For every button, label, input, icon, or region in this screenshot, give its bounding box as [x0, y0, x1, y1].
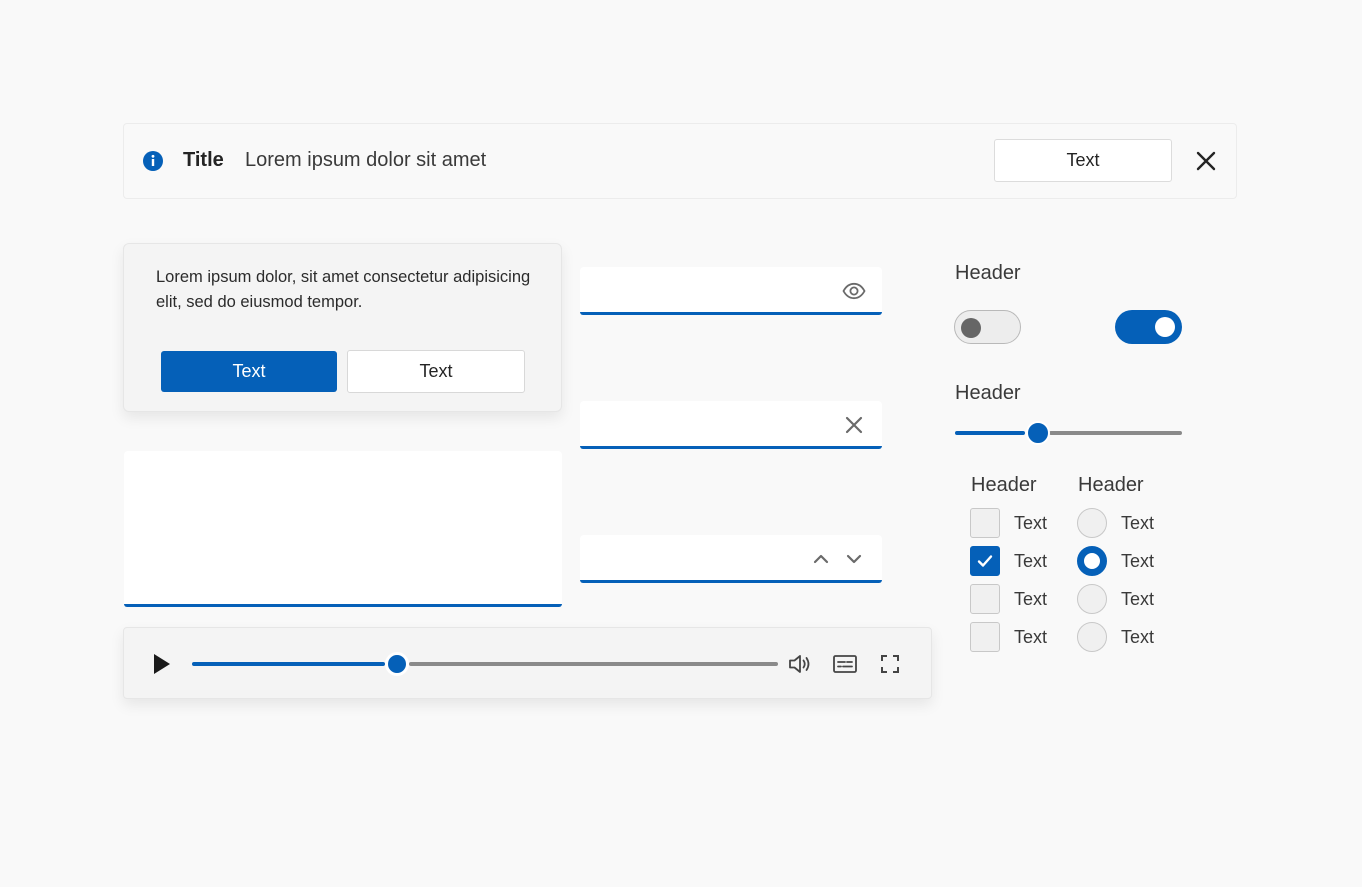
checkbox-label: Text	[1014, 512, 1048, 533]
checkbox-row[interactable]: Text	[970, 584, 1047, 614]
slider-track	[1049, 431, 1182, 435]
radio-label: Text	[1121, 626, 1155, 647]
textarea-field[interactable]	[124, 451, 562, 607]
radio-button[interactable]	[1077, 546, 1107, 576]
password-field	[580, 267, 882, 315]
checkbox-header: Header	[971, 474, 1037, 496]
info-action-button[interactable]: Text	[994, 139, 1172, 182]
info-title: Title	[183, 149, 224, 171]
toggle-off[interactable]	[954, 310, 1021, 344]
chevron-down-icon[interactable]	[842, 547, 866, 571]
eye-icon[interactable]	[842, 279, 866, 303]
radio-label: Text	[1121, 550, 1155, 571]
dialog-primary-button[interactable]: Text	[161, 351, 337, 392]
play-icon[interactable]	[152, 653, 172, 675]
radio-label: Text	[1121, 588, 1155, 609]
checkbox[interactable]	[970, 584, 1000, 614]
slider-header: Header	[955, 382, 1021, 404]
checkbox[interactable]	[970, 508, 1000, 538]
seek-bar[interactable]	[192, 652, 778, 676]
number-field	[580, 535, 882, 583]
toggle-header: Header	[955, 262, 1021, 284]
radio-row[interactable]: Text	[1077, 584, 1154, 614]
password-input[interactable]	[592, 275, 822, 305]
checkbox-label: Text	[1014, 588, 1048, 609]
slider-fill	[955, 431, 1025, 435]
toggle-on[interactable]	[1115, 310, 1182, 344]
checkmark-icon	[977, 555, 993, 567]
slider[interactable]	[955, 421, 1182, 445]
checkbox-label: Text	[1014, 626, 1048, 647]
radio-row[interactable]: Text	[1077, 546, 1154, 576]
toggle-knob	[961, 318, 981, 338]
clearable-input[interactable]	[592, 409, 822, 439]
seek-fill	[192, 662, 385, 666]
dialog-secondary-button[interactable]: Text	[347, 350, 525, 393]
clearable-field	[580, 401, 882, 449]
radio-button[interactable]	[1077, 622, 1107, 652]
media-player	[123, 627, 932, 699]
seek-track	[409, 662, 778, 666]
number-input[interactable]	[592, 543, 822, 573]
captions-icon[interactable]	[832, 651, 858, 677]
close-icon[interactable]	[1195, 150, 1217, 172]
toggle-knob	[1155, 317, 1175, 337]
radio-row[interactable]: Text	[1077, 508, 1154, 538]
radio-label: Text	[1121, 512, 1155, 533]
radio-row[interactable]: Text	[1077, 622, 1154, 652]
checkbox-row[interactable]: Text	[970, 546, 1047, 576]
slider-thumb[interactable]	[1026, 421, 1050, 445]
checkbox[interactable]	[970, 622, 1000, 652]
checkbox-label: Text	[1014, 550, 1048, 571]
radio-button[interactable]	[1077, 584, 1107, 614]
checkbox-row[interactable]: Text	[970, 508, 1047, 538]
checkbox[interactable]	[970, 546, 1000, 576]
volume-icon[interactable]	[787, 651, 813, 677]
seek-thumb[interactable]	[385, 652, 409, 676]
info-bar: Title Lorem ipsum dolor sit amet Text	[123, 123, 1237, 199]
fullscreen-icon[interactable]	[877, 651, 903, 677]
chevron-up-icon[interactable]	[809, 547, 833, 571]
radio-header: Header	[1078, 474, 1144, 496]
dialog-body: Lorem ipsum dolor, sit amet consectetur …	[156, 268, 531, 311]
info-message: Lorem ipsum dolor sit amet	[245, 149, 487, 171]
dialog: Lorem ipsum dolor, sit amet consectetur …	[123, 243, 562, 412]
info-icon	[143, 151, 163, 171]
radio-button[interactable]	[1077, 508, 1107, 538]
clear-icon[interactable]	[842, 413, 866, 437]
checkbox-row[interactable]: Text	[970, 622, 1047, 652]
